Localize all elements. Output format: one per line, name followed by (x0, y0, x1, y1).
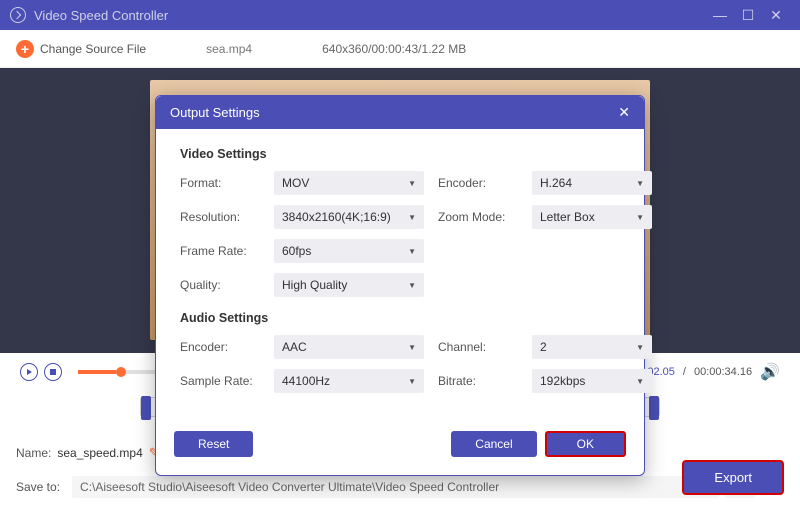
chevron-down-icon: ▼ (636, 179, 644, 188)
audio-encoder-dropdown[interactable]: AAC ▼ (274, 335, 424, 359)
resolution-dropdown[interactable]: 3840x2160(4K;16:9) ▼ (274, 205, 424, 229)
framerate-dropdown[interactable]: 60fps ▼ (274, 239, 424, 263)
quality-label: Quality: (180, 278, 260, 292)
framerate-value: 60fps (282, 244, 311, 258)
dialog-title: Output Settings (170, 105, 260, 120)
video-encoder-value: H.264 (540, 176, 572, 190)
name-label: Name: (16, 446, 51, 460)
play-button[interactable] (20, 363, 38, 381)
file-bar: + Change Source File sea.mp4 640x360/00:… (0, 30, 800, 68)
quality-value: High Quality (282, 278, 347, 292)
zoom-label: Zoom Mode: (438, 210, 518, 224)
change-source-label: Change Source File (40, 42, 146, 56)
reset-button[interactable]: Reset (174, 431, 253, 457)
channel-value: 2 (540, 340, 547, 354)
saveto-label: Save to: (16, 480, 60, 494)
close-window-button[interactable]: ✕ (762, 1, 790, 29)
seek-fill (78, 370, 116, 374)
chevron-down-icon: ▼ (636, 343, 644, 352)
channel-label: Channel: (438, 340, 518, 354)
maximize-button[interactable]: ☐ (734, 1, 762, 29)
chevron-down-icon: ▼ (408, 179, 416, 188)
source-filename: sea.mp4 (206, 42, 252, 56)
export-button[interactable]: Export (682, 460, 784, 495)
titlebar: Video Speed Controller ― ☐ ✕ (0, 0, 800, 30)
volume-icon[interactable]: 🔊 (760, 362, 780, 382)
stop-icon (50, 369, 56, 375)
framerate-label: Frame Rate: (180, 244, 260, 258)
ok-button[interactable]: OK (545, 431, 626, 457)
channel-dropdown[interactable]: 2▼ (532, 335, 652, 359)
format-label: Format: (180, 176, 260, 190)
trim-end-handle[interactable] (649, 396, 659, 420)
app-title: Video Speed Controller (34, 8, 168, 23)
play-icon (27, 369, 32, 375)
chevron-down-icon: ▼ (408, 281, 416, 290)
chevron-down-icon: ▼ (408, 213, 416, 222)
chevron-down-icon: ▼ (408, 377, 416, 386)
bitrate-label: Bitrate: (438, 374, 518, 388)
seek-thumb[interactable] (116, 367, 126, 377)
samplerate-label: Sample Rate: (180, 374, 260, 388)
quality-dropdown[interactable]: High Quality ▼ (274, 273, 424, 297)
bitrate-value: 192kbps (540, 374, 585, 388)
total-time: 00:00:34.16 (694, 366, 752, 378)
trim-start-handle[interactable] (141, 396, 151, 420)
resolution-value: 3840x2160(4K;16:9) (282, 210, 391, 224)
format-dropdown[interactable]: MOV ▼ (274, 171, 424, 195)
cancel-button[interactable]: Cancel (451, 431, 536, 457)
output-settings-dialog: Output Settings ✕ Video Settings Format:… (155, 95, 645, 476)
time-sep: / (683, 366, 686, 378)
resolution-label: Resolution: (180, 210, 260, 224)
minimize-button[interactable]: ― (706, 1, 734, 29)
video-settings-heading: Video Settings (180, 147, 620, 161)
chevron-down-icon: ▼ (636, 377, 644, 386)
audio-encoder-label: Encoder: (180, 340, 260, 354)
bitrate-dropdown[interactable]: 192kbps ▼ (532, 369, 652, 393)
format-value: MOV (282, 176, 309, 190)
samplerate-dropdown[interactable]: 44100Hz ▼ (274, 369, 424, 393)
chevron-down-icon: ▼ (408, 247, 416, 256)
dialog-close-icon[interactable]: ✕ (618, 104, 630, 121)
chevron-down-icon: ▼ (636, 213, 644, 222)
output-name: sea_speed.mp4 (57, 446, 142, 460)
source-fileinfo: 640x360/00:00:43/1.22 MB (322, 42, 466, 56)
samplerate-value: 44100Hz (282, 374, 330, 388)
audio-settings-heading: Audio Settings (180, 311, 620, 325)
chevron-down-icon: ▼ (408, 343, 416, 352)
audio-encoder-value: AAC (282, 340, 307, 354)
video-encoder-dropdown[interactable]: H.264 ▼ (532, 171, 652, 195)
app-logo-icon (10, 7, 26, 23)
encoder-label: Encoder: (438, 176, 518, 190)
saveto-path: C:\Aiseesoft Studio\Aiseesoft Video Conv… (72, 476, 719, 498)
zoom-dropdown[interactable]: Letter Box ▼ (532, 205, 652, 229)
dialog-header: Output Settings ✕ (156, 96, 644, 129)
plus-icon: + (16, 40, 34, 58)
zoom-value: Letter Box (540, 210, 595, 224)
change-source-file-button[interactable]: + Change Source File (16, 40, 146, 58)
stop-button[interactable] (44, 363, 62, 381)
